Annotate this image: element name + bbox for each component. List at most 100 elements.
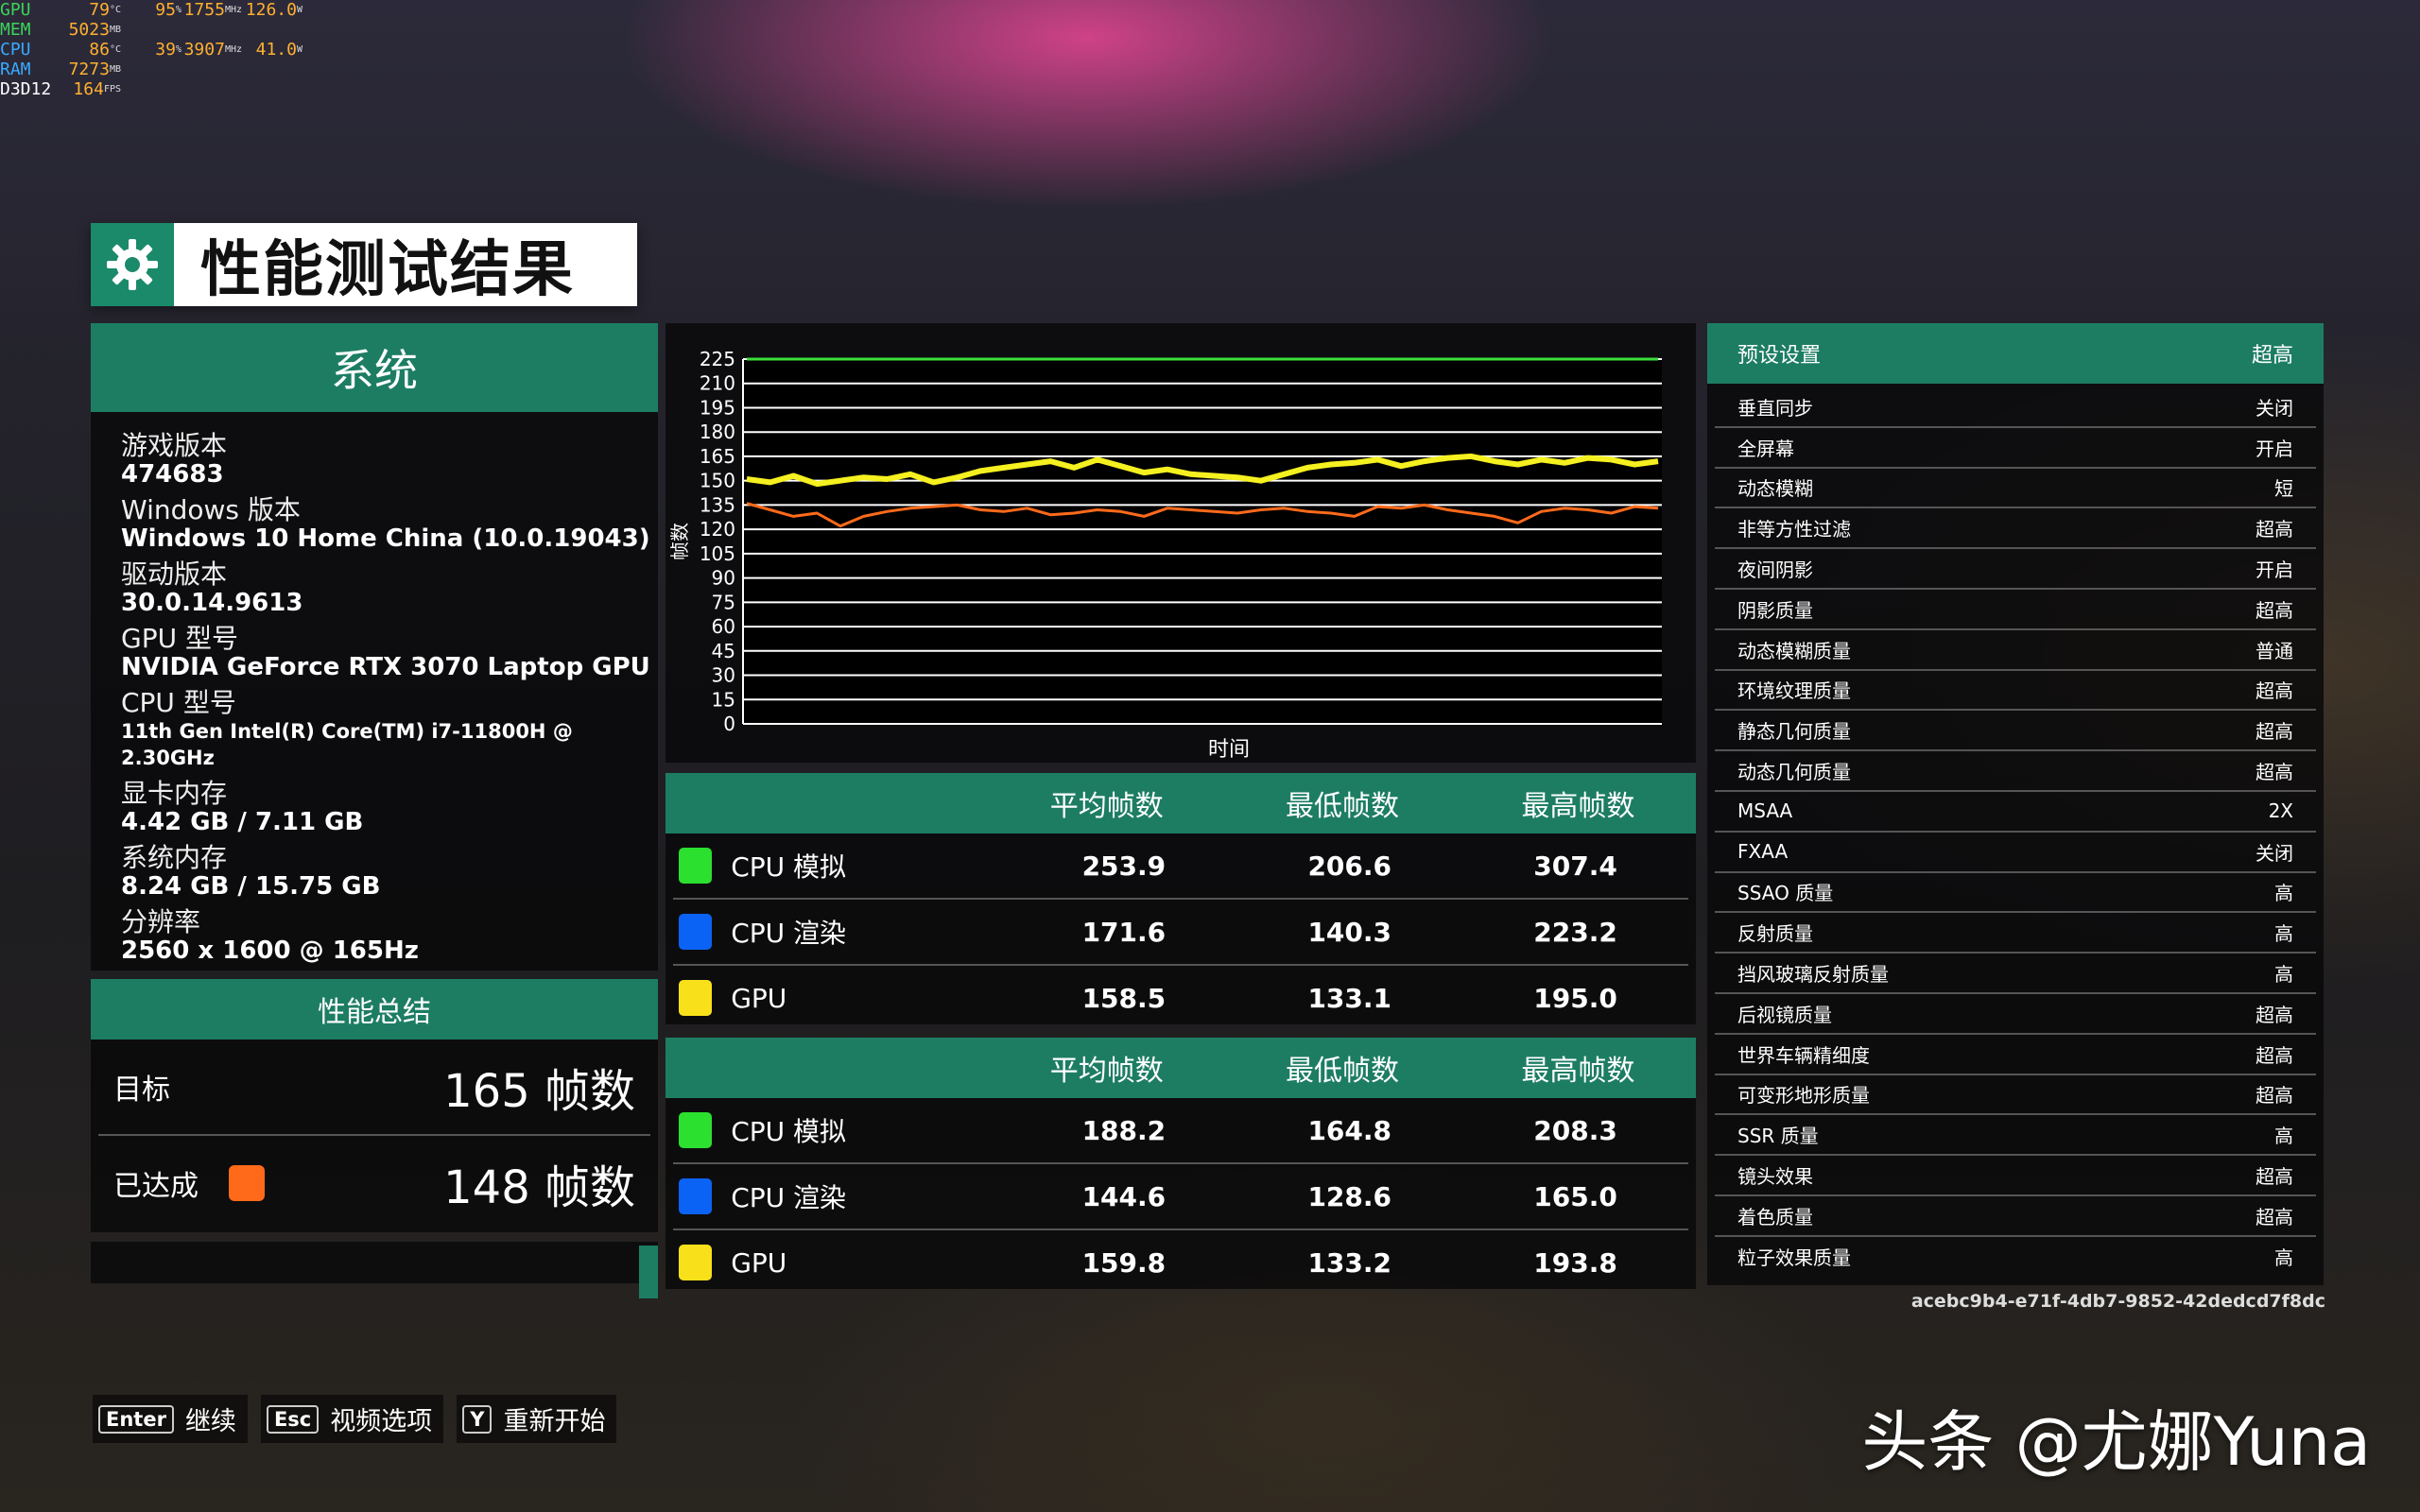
y-tick-label: 30 — [712, 664, 735, 687]
osd-value — [121, 79, 182, 99]
table-row: CPU 渲染 144.6 128.6 165.0 — [673, 1164, 1688, 1230]
avg-fps: 188.2 — [1081, 1114, 1167, 1146]
key-glyph: Esc — [266, 1404, 320, 1434]
prompt-enter[interactable]: Enter 继续 — [93, 1395, 248, 1443]
osd-unit: MB — [109, 25, 121, 35]
system-fields: 游戏版本 474683 Windows 版本 Windows 10 Home Chin… — [91, 412, 658, 965]
system-panel: 系统 游戏版本 474683 Windows 版本 Windows 10 Home C… — [91, 323, 658, 971]
max-fps: 195.0 — [1533, 982, 1617, 1014]
target-value: 165 帧数 — [443, 1065, 635, 1118]
settings-row: 动态模糊质量 普通 — [1715, 630, 2316, 671]
system-field-label: 显卡内存 — [121, 778, 228, 809]
osd-value — [182, 20, 242, 40]
series-color-swatch — [679, 914, 713, 950]
osd-value: 39% — [155, 40, 182, 60]
key-glyph: Enter — [98, 1404, 174, 1434]
series-color-swatch — [679, 1178, 713, 1214]
system-field-value: 30.0.14.9613 — [121, 589, 303, 617]
row-name: CPU 渲染 — [731, 1182, 847, 1213]
y-tick-label: 210 — [700, 372, 735, 395]
osd-row: RAM 7273MB — [0, 60, 302, 79]
osd-value: 5023MB — [68, 20, 121, 40]
table-header: 平均帧数 最低帧数 最高帧数 — [666, 773, 1696, 833]
table-row: CPU 渲染 171.6 140.3 223.2 — [673, 900, 1688, 966]
osd-value — [242, 60, 302, 79]
series-color-swatch — [679, 980, 713, 1016]
setting-value: 超高 — [2256, 761, 2293, 784]
button-prompts: Enter 继续 Esc 视频选项 Y 重新开始 — [93, 1395, 617, 1443]
system-field: GPU 型号 NVIDIA GeForce RTX 3070 Laptop GPU — [121, 624, 658, 681]
setting-value: 高 — [2274, 963, 2293, 987]
system-field-value: 4.42 GB / 7.11 GB — [121, 808, 364, 836]
y-tick-label: 150 — [700, 470, 735, 492]
avg-fps: 159.8 — [1081, 1246, 1167, 1279]
fps-table-1: 平均帧数 最低帧数 最高帧数 CPU 模拟 253.9 206.6 307.4 CPU 渲染 1… — [666, 773, 1696, 1024]
achieved-label-wrap: 已达成 — [113, 1162, 265, 1204]
setting-value: 关闭 — [2256, 396, 2293, 420]
setting-label: 全屏幕 — [1737, 437, 1794, 460]
max-fps: 307.4 — [1533, 850, 1617, 882]
min-fps: 128.6 — [1307, 1180, 1392, 1212]
system-field-label: 驱动版本 — [121, 558, 228, 590]
y-tick-label: 90 — [712, 567, 735, 590]
y-tick-label: 105 — [700, 542, 735, 565]
series-color-swatch — [679, 1112, 713, 1148]
settings-row: 夜间阴影 开启 — [1715, 549, 2316, 590]
achieved-value: 148 帧数 — [443, 1161, 635, 1214]
osd-value: 3907MHz — [183, 40, 242, 60]
setting-label: 镜头效果 — [1737, 1165, 1813, 1189]
column-header: 平均帧数 — [1049, 1055, 1164, 1088]
table-row: CPU 模拟 188.2 164.8 208.3 — [673, 1098, 1688, 1164]
setting-value: 超高 — [2256, 1043, 2293, 1067]
osd-value: 79°C — [89, 0, 121, 20]
setting-label: 反射质量 — [1737, 922, 1813, 946]
prompt-y[interactable]: Y 重新开始 — [457, 1395, 617, 1443]
settings-row: 动态几何质量 超高 — [1715, 751, 2316, 792]
table-header: 平均帧数 最低帧数 最高帧数 — [666, 1038, 1696, 1098]
fps-table-2: 平均帧数 最低帧数 最高帧数 CPU 模拟 188.2 164.8 208.3 CPU 渲染 1… — [666, 1038, 1696, 1289]
osd-value: 7273MB — [68, 60, 121, 79]
summary-header: 性能总结 — [91, 979, 658, 1040]
osd-unit: FPS — [103, 84, 121, 94]
min-fps: 133.2 — [1307, 1246, 1392, 1279]
settings-row: FXAA 关闭 — [1715, 833, 2316, 873]
prompt-label: 视频选项 — [330, 1407, 433, 1436]
osd-value: 95% — [155, 0, 182, 20]
system-field-value: 2560 x 1600 @ 165Hz — [121, 936, 419, 965]
osd-row: CPU 86°C 39% 3907MHz 41.0W — [0, 40, 302, 60]
setting-label: 动态几何质量 — [1737, 761, 1851, 784]
run-id: acebc9b4-e71f-4db7-9852-42dedcd7f8dc — [1910, 1291, 2325, 1312]
settings-row: 镜头效果 超高 — [1715, 1156, 2316, 1196]
setting-label: 非等方性过滤 — [1737, 518, 1851, 541]
performance-summary-panel: 性能总结 目标 165 帧数 已达成 148 帧数 — [91, 979, 658, 1232]
min-fps: 164.8 — [1307, 1114, 1392, 1146]
setting-label: 可变形地形质量 — [1737, 1084, 1870, 1108]
osd-value: 1755MHz — [183, 0, 242, 20]
settings-row: 反射质量 高 — [1715, 913, 2316, 954]
avg-fps: 158.5 — [1081, 982, 1167, 1014]
setting-label: FXAA — [1737, 840, 1789, 864]
prompt-label: 重新开始 — [503, 1407, 606, 1436]
settings-row: SSAO 质量 高 — [1715, 873, 2316, 914]
row-name: CPU 渲染 — [731, 918, 847, 949]
y-tick-label: 225 — [700, 348, 735, 370]
y-tick-label: 45 — [712, 640, 735, 662]
system-field-value: NVIDIA GeForce RTX 3070 Laptop GPU — [121, 653, 650, 681]
min-fps: 140.3 — [1307, 916, 1392, 948]
setting-value: 开启 — [2256, 558, 2293, 582]
column-header: 最低帧数 — [1286, 790, 1400, 823]
settings-row: 动态模糊 短 — [1715, 469, 2316, 509]
settings-row: 垂直同步 关闭 — [1715, 387, 2316, 428]
plot-area — [743, 359, 1662, 724]
setting-value: 高 — [2274, 1246, 2293, 1269]
target-label: 目标 — [113, 1074, 170, 1107]
osd-label: MEM — [0, 20, 31, 40]
system-field-value: Windows 10 Home China (10.0.19043) — [121, 524, 650, 553]
system-field: 分辨率 2560 x 1600 @ 165Hz — [121, 907, 658, 965]
settings-row: 粒子效果质量 高 — [1715, 1237, 2316, 1276]
achieved-label: 已达成 — [113, 1170, 199, 1203]
setting-label: 粒子效果质量 — [1737, 1246, 1851, 1269]
prompt-esc[interactable]: Esc 视频选项 — [260, 1395, 444, 1443]
setting-label: MSAA — [1737, 799, 1793, 823]
settings-row: 世界车辆精细度 超高 — [1715, 1035, 2316, 1075]
